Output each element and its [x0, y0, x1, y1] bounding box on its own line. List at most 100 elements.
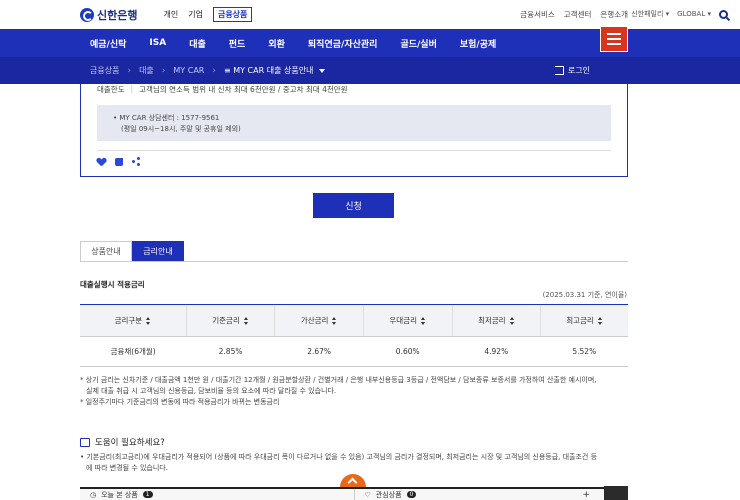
login-icon [554, 66, 564, 75]
col-label: 최고금리 [566, 316, 594, 325]
chevron-right-icon: › [161, 65, 166, 76]
nav-forex[interactable]: 외환 [268, 37, 285, 50]
link-customer-center[interactable]: 고객센터 [564, 9, 592, 20]
recent-count-badge: 1 [142, 491, 153, 498]
scroll-top-button[interactable] [340, 474, 366, 488]
contact-phone-text: MY CAR 상담센터 : 1577-9561 [119, 114, 220, 122]
note-line: * 상기 금리는 신차기준 / 대출금액 1천만 원 / 대출기간 12개월 /… [80, 376, 597, 384]
rate-notes: * 상기 금리는 신차기준 / 대출금액 1천만 원 / 대출기간 12개월 /… [80, 375, 630, 408]
tag-icon[interactable] [115, 157, 123, 166]
col-label: 기준금리 [212, 316, 240, 325]
col-label: 가산금리 [300, 316, 329, 325]
help-title: 도움이 필요하세요? [80, 436, 165, 448]
cell-rate-type: 금융채(6개월) [80, 336, 187, 367]
chevron-right-icon: › [212, 65, 216, 76]
action-icons [97, 157, 141, 166]
help-title-text: 도움이 필요하세요? [95, 438, 165, 448]
cell-pref-rate: 0.60% [363, 336, 452, 367]
section-title: 대출실행시 적용금리 [80, 280, 145, 289]
cell-base-rate: 2.85% [186, 336, 275, 367]
link-financial-service[interactable]: 금융서비스 [520, 9, 555, 20]
floating-panel-button[interactable] [604, 486, 628, 500]
logo-text: 신한은행 [97, 8, 138, 22]
crumb-mycar[interactable]: MY CAR [173, 66, 204, 75]
biz-tabs: 개인 기업 금융상품 [163, 7, 253, 22]
crumb-current-label: MY CAR 대출 상품안내 [233, 66, 314, 75]
contact-hours: (평일 09시~18시, 주말 및 공휴일 제외) [121, 125, 241, 133]
col-add-rate[interactable]: 가산금리 [274, 304, 364, 337]
sort-icon [597, 317, 603, 325]
tab-product-info[interactable]: 상품안내 [80, 241, 132, 262]
note-line: 실제 대출 취급 시 고객님의 신용등급, 담보비율 등의 요소에 따라 달라질… [86, 387, 337, 395]
nav-fund[interactable]: 펀드 [229, 37, 246, 50]
nav-insurance[interactable]: 보험/공제 [460, 37, 496, 50]
sort-icon [421, 317, 426, 325]
nav-pension[interactable]: 퇴직연금/자산관리 [308, 37, 378, 50]
col-label: 금리구분 [114, 316, 143, 325]
login-label: 로그인 [567, 66, 590, 75]
col-max-rate[interactable]: 최고금리 [540, 304, 628, 337]
reference-date: (2025.03.31 기준, 연이율) [542, 291, 627, 299]
top-bar: 신한은행 개인 기업 금융상품 금융서비스 고객센터 은행소개 신한패밀리 ▾ … [0, 0, 740, 29]
loan-limit-label: 대출한도 [97, 85, 125, 94]
fav-count-badge: 0 [406, 491, 417, 498]
clock-icon: ◷ [90, 490, 97, 499]
nav-deposit[interactable]: 예금/신탁 [90, 37, 126, 50]
recent-products-tab[interactable]: ◷ 오늘 본 상품 1 [80, 489, 354, 500]
biz-tab-corporate[interactable]: 기업 [188, 9, 203, 20]
share-icon[interactable] [132, 157, 141, 166]
shinhan-logo-icon [80, 7, 94, 22]
biz-tab-products[interactable]: 금융상품 [212, 7, 253, 22]
global-dropdown[interactable]: GLOBAL ▾ [677, 10, 711, 18]
family-label: 신한패밀리 [631, 10, 664, 18]
sort-icon [509, 317, 515, 325]
logo[interactable]: 신한은행 [80, 7, 137, 23]
link-bank-intro[interactable]: 은행소개 [600, 9, 628, 20]
content-tabs: 상품안내 금리안내 [80, 241, 184, 262]
product-info-box: 대출한도 | 고객님의 연소득 범위 내 신차 최대 6천만원 / 중고차 최대… [80, 84, 628, 177]
tab-underline [80, 261, 628, 262]
chevron-down-icon [319, 68, 326, 73]
chevron-right-icon: › [127, 65, 132, 76]
global-label: GLOBAL [677, 10, 706, 18]
crumb-loan[interactable]: 대출 [139, 65, 154, 76]
nav-isa[interactable]: ISA [149, 38, 166, 48]
note-line: * 일정주기마다 기준금리의 변동에 따라 적용금리가 바뀌는 변동금리 [80, 398, 280, 406]
nav-gold[interactable]: 골드/실버 [400, 37, 436, 50]
cell-min-rate: 4.92% [452, 336, 541, 367]
crumb-current[interactable]: ≡ MY CAR 대출 상품안내 [224, 65, 326, 76]
family-dropdown[interactable]: 신한패밀리 ▾ [631, 9, 669, 19]
biz-tab-personal[interactable]: 개인 [163, 9, 178, 20]
recent-label: 오늘 본 상품 [101, 490, 138, 499]
col-min-rate[interactable]: 최저금리 [451, 304, 541, 337]
top-links: 금융서비스 고객센터 은행소개 [520, 9, 628, 20]
login-button[interactable]: 로그인 [554, 65, 590, 76]
loan-limit-value: 고객님의 연소득 범위 내 신차 최대 6천만원 / 중고차 최대 4천만원 [139, 85, 348, 94]
plus-icon[interactable]: + [582, 490, 590, 500]
col-pref-rate[interactable]: 우대금리 [362, 304, 452, 337]
tab-rate-info[interactable]: 금리안내 [132, 241, 184, 262]
table-row: 금융채(6개월) 2.85% 2.67% 0.60% 4.92% 5.52% [80, 336, 628, 367]
divider [97, 150, 611, 151]
col-rate-type[interactable]: 금리구분 [80, 304, 187, 337]
cell-add-rate: 2.67% [274, 336, 364, 367]
rate-table: 금리구분 기준금리 가산금리 우대금리 최저금리 최고금리 금융채(6개월) 2… [80, 304, 628, 367]
col-base-rate[interactable]: 기준금리 [185, 304, 275, 337]
sort-icon [146, 317, 151, 325]
table-header-row: 금리구분 기준금리 가산금리 우대금리 최저금리 최고금리 [80, 304, 628, 337]
bottom-dock: ◷ 오늘 본 상품 1 ♡ 관심상품 0 [80, 487, 628, 500]
sort-icon [332, 317, 337, 325]
main-nav: 예금/신탁 ISA 대출 펀드 외환 퇴직연금/자산관리 골드/실버 보험/공제 [0, 26, 740, 57]
chat-icon [80, 437, 90, 447]
fav-label: 관심상품 [375, 490, 402, 499]
col-label: 최저금리 [477, 316, 506, 325]
heart-icon[interactable] [97, 158, 106, 166]
crumb-products[interactable]: 금융상품 [90, 65, 119, 76]
nav-loan[interactable]: 대출 [189, 37, 206, 50]
apply-button[interactable]: 신청 [313, 193, 394, 218]
contact-box: • MY CAR 상담센터 : 1577-9561 (평일 09시~18시, 주… [97, 105, 611, 141]
search-icon[interactable] [719, 9, 728, 19]
help-line: • 기본금리(최고금리)에 우대금리가 적용되어 (상품에 따라 우대금리 폭이… [80, 453, 598, 461]
hamburger-menu-button[interactable] [600, 26, 628, 52]
loan-limit-row: 대출한도 | 고객님의 연소득 범위 내 신차 최대 6천만원 / 중고차 최대… [97, 84, 348, 95]
